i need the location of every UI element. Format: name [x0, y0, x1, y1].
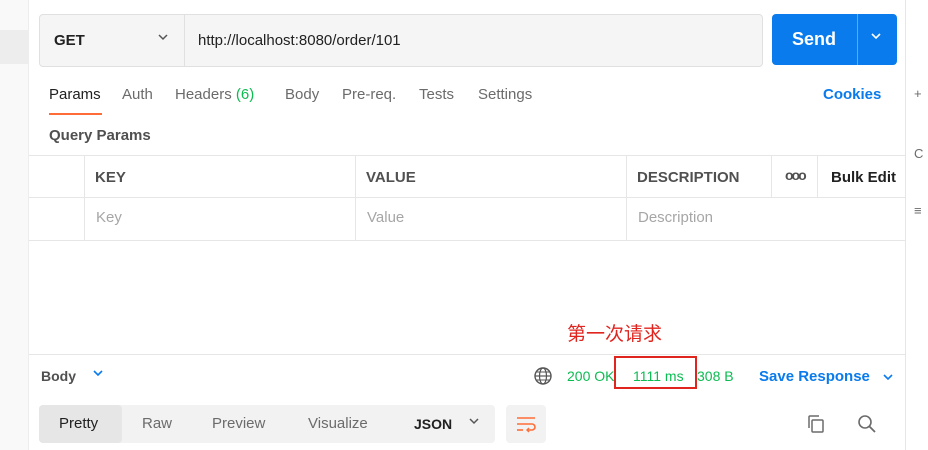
- column-divider: [84, 156, 85, 240]
- left-sidebar-strip: [0, 0, 29, 450]
- response-header-bar: Body 200 OK 1111 ms 308 B Save Response: [29, 354, 905, 399]
- request-panel: GET http://localhost:8080/order/101 Send…: [29, 0, 905, 450]
- column-divider: [817, 156, 818, 198]
- active-tab-indicator: [49, 113, 102, 115]
- chevron-down-icon[interactable]: [870, 29, 882, 45]
- method-select[interactable]: GET: [40, 15, 185, 66]
- response-body-label[interactable]: Body: [41, 368, 76, 384]
- tab-auth[interactable]: Auth: [122, 86, 153, 103]
- sidebar-selected-item[interactable]: [0, 30, 28, 64]
- tab-headers-label: Headers: [175, 86, 232, 103]
- format-select[interactable]: JSON: [401, 405, 495, 443]
- tab-tests[interactable]: Tests: [419, 86, 454, 103]
- query-params-title: Query Params: [49, 127, 151, 144]
- chevron-down-icon: [157, 31, 169, 46]
- url-input[interactable]: http://localhost:8080/order/101: [198, 32, 401, 49]
- description-input[interactable]: Description: [638, 209, 713, 226]
- more-options-icon[interactable]: ooo: [785, 167, 807, 183]
- tab-pre-request[interactable]: Pre-req.: [342, 86, 396, 103]
- save-response-button[interactable]: Save Response: [759, 368, 894, 385]
- copy-icon[interactable]: [804, 412, 828, 436]
- format-label: JSON: [414, 416, 453, 432]
- column-divider: [626, 156, 627, 240]
- chevron-down-icon: [468, 415, 480, 430]
- tab-settings[interactable]: Settings: [478, 86, 532, 103]
- globe-icon[interactable]: [533, 366, 553, 386]
- search-icon[interactable]: [855, 412, 879, 436]
- view-preview[interactable]: Preview: [212, 415, 265, 432]
- method-label: GET: [54, 32, 85, 49]
- url-bar: GET http://localhost:8080/order/101: [39, 14, 763, 67]
- view-pretty[interactable]: Pretty: [59, 415, 98, 432]
- chevron-down-icon[interactable]: [92, 367, 104, 382]
- response-size[interactable]: 308 B: [697, 368, 734, 384]
- annotation-highlight-box: [614, 356, 697, 389]
- wrap-lines-button[interactable]: [506, 405, 546, 443]
- wrap-lines-icon: [517, 417, 536, 433]
- status-badge[interactable]: 200 OK: [567, 368, 614, 384]
- chevron-down-icon: [883, 374, 893, 381]
- column-header-value: VALUE: [366, 169, 416, 186]
- view-raw[interactable]: Raw: [142, 415, 172, 432]
- view-visualize[interactable]: Visualize: [308, 415, 368, 432]
- column-header-key: KEY: [95, 169, 126, 186]
- column-divider: [355, 156, 356, 240]
- send-divider: [857, 14, 858, 65]
- bulk-edit-button[interactable]: Bulk Edit: [831, 169, 896, 186]
- response-view-toggle: Pretty Raw Preview Visualize: [39, 405, 420, 443]
- column-header-description: DESCRIPTION: [637, 169, 740, 186]
- tab-params[interactable]: Params: [49, 86, 101, 103]
- annotation-label: 第一次请求: [567, 324, 663, 345]
- headers-count: (6): [235, 86, 255, 103]
- send-label: Send: [792, 29, 837, 49]
- right-gutter-glyph-2[interactable]: C: [914, 146, 923, 161]
- tab-headers[interactable]: Headers (6): [175, 86, 254, 103]
- save-response-label: Save Response: [759, 368, 870, 385]
- tab-body[interactable]: Body: [285, 86, 319, 103]
- key-input[interactable]: Key: [96, 209, 122, 226]
- send-button[interactable]: Send: [772, 14, 897, 65]
- value-input[interactable]: Value: [367, 209, 404, 226]
- right-gutter-glyph-3[interactable]: ≡: [914, 203, 922, 218]
- query-params-table: KEY VALUE DESCRIPTION ooo Bulk Edit Key …: [29, 155, 905, 241]
- right-sidebar-strip: + C ≡: [905, 0, 928, 450]
- column-divider: [771, 156, 772, 198]
- cookies-link[interactable]: Cookies: [823, 86, 881, 103]
- row-divider: [29, 197, 905, 198]
- right-gutter-glyph-1[interactable]: +: [914, 86, 922, 101]
